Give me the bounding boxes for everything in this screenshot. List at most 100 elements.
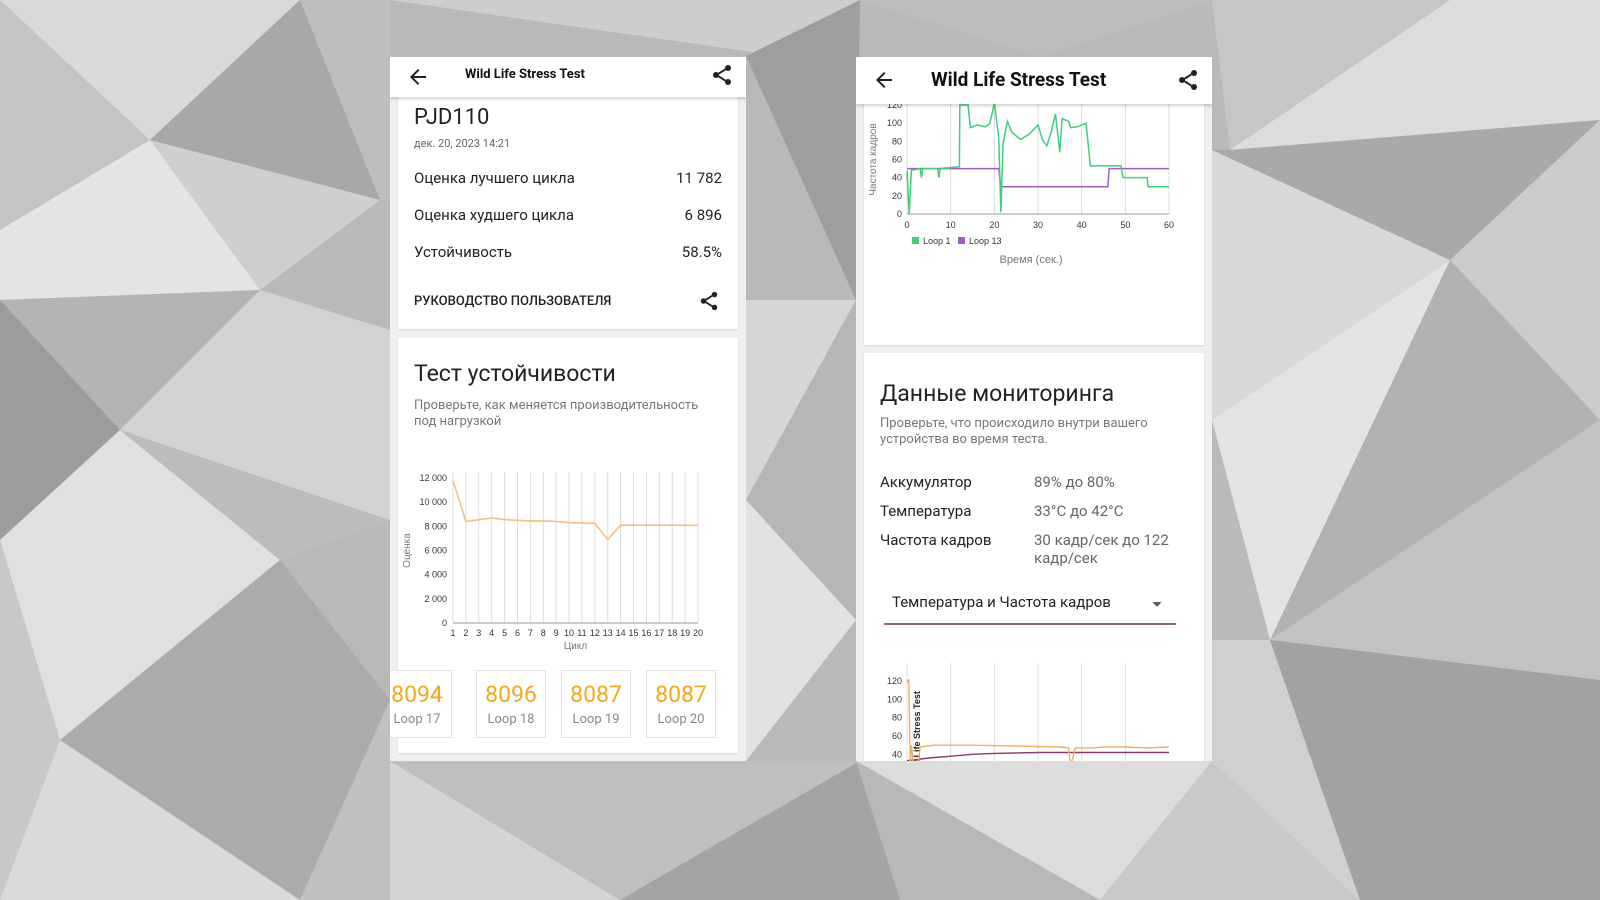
monitoring-title: Данные мониторинга: [880, 380, 1115, 407]
y-tick-label: 40: [892, 173, 902, 183]
battery-label: Аккумулятор: [880, 473, 972, 491]
x-tick-label: 12: [590, 628, 600, 638]
temperature-label: Температура: [880, 502, 972, 520]
score-series-line: [452, 480, 698, 541]
x-tick-label: 18: [667, 628, 677, 638]
share-icon[interactable]: [698, 290, 720, 312]
loop-score: 8094: [391, 681, 443, 708]
worst-loop-label: Оценка худшего цикла: [414, 206, 574, 224]
loop-score: 8087: [570, 681, 622, 708]
y-axis-label: Частота кадров: [868, 123, 879, 195]
x-tick-label: 20: [693, 628, 703, 638]
share-icon[interactable]: [710, 63, 734, 87]
x-tick-label: 30: [1033, 220, 1043, 230]
x-tick-label: 17: [654, 628, 664, 638]
loop-tile: 8087 Loop 20: [646, 670, 716, 738]
y-tick-label: 100: [887, 118, 902, 128]
y-tick-label: 2 000: [424, 594, 447, 604]
y-tick-label: 60: [892, 155, 902, 165]
loop-tile: 8094 Loop 17: [390, 670, 452, 738]
device-name: PJD110: [414, 105, 490, 130]
share-icon[interactable]: [1176, 68, 1200, 92]
stability-subtitle-line2: под нагрузкой: [414, 414, 502, 429]
x-tick-label: 3: [476, 628, 481, 638]
worst-loop-value: 6 896: [684, 206, 722, 224]
y-tick-label: 20: [892, 191, 902, 201]
x-tick-label: 10: [564, 628, 574, 638]
right-phone-screen: Wild Life Stress Test 0 10 20 30 40 50 60 0 20 40…: [856, 57, 1212, 761]
stability-value: 58.5%: [681, 243, 722, 261]
y-tick-label: 12 000: [419, 473, 447, 483]
x-axis-label: Цикл: [564, 641, 587, 652]
stability-test-card: Тест устойчивости Проверьте, как меняетс…: [390, 338, 738, 753]
x-tick-label: 16: [641, 628, 651, 638]
loop-name: Loop 18: [487, 712, 535, 727]
monitoring-chart: 02004006008001 000020406080100120Wild Li…: [887, 663, 1170, 761]
y-tick-label: 80: [892, 136, 902, 146]
monitoring-card: Данные мониторинга Проверьте, что происх…: [864, 353, 1204, 761]
best-loop-label: Оценка лучшего цикла: [414, 169, 575, 187]
x-tick-label: 11: [577, 628, 586, 638]
y-tick-label: 4 000: [424, 570, 447, 580]
y-tick-label: 60: [892, 731, 902, 741]
x-tick-label: 4: [489, 628, 494, 638]
dropdown-value: Температура и Частота кадров: [892, 593, 1111, 611]
back-arrow-icon[interactable]: [872, 68, 896, 92]
chart-type-dropdown[interactable]: Температура и Частота кадров: [884, 585, 1176, 625]
x-axis-label: Время (сек.): [1000, 254, 1063, 266]
legend-swatch: [958, 237, 965, 244]
loop-name: Loop 20: [657, 712, 705, 727]
app-title: Wild Life Stress Test: [931, 68, 1107, 91]
x-tick-label: 15: [629, 628, 639, 638]
app-bar: Wild Life Stress Test: [856, 57, 1212, 104]
y-tick-label: 120: [887, 676, 902, 686]
loop-tile: 8096 Loop 18: [476, 670, 546, 738]
framerate-chart: 0 10 20 30 40 50 60020406080100120Частота кадр…: [868, 97, 1174, 266]
framerate-label: Частота кадров: [880, 531, 992, 549]
temperature-value: 33°C до 42°C: [1034, 502, 1124, 520]
result-summary-card: PJD110 дек. 20, 2023 14:21 Оценка лучшег…: [398, 97, 738, 329]
best-loop-value: 11 782: [676, 169, 722, 187]
y-tick-label: 10 000: [419, 497, 447, 507]
framerate-value: 30 кадр/сек до 122 кадр/сек: [1034, 531, 1169, 567]
stability-score-chart: 1 2 3 4 5 6 7 8 9 10 11 12 13 14 15 16 17 18 19 2002 0004 0…: [402, 472, 703, 652]
user-guide-link[interactable]: РУКОВОДСТВО ПОЛЬЗОВАТЕЛЯ: [414, 294, 611, 309]
chevron-down-icon: [1152, 602, 1162, 607]
legend-swatch: [912, 237, 919, 244]
loop-tile: 8087 Loop 19: [561, 670, 631, 738]
background-pattern: [0, 0, 1600, 900]
x-tick-label: 19: [680, 628, 690, 638]
battery-value: 89% до 80%: [1034, 473, 1115, 491]
y-tick-label: 40: [892, 749, 902, 759]
legend-label: Loop 13: [969, 236, 1002, 246]
stability-title: Тест устойчивости: [414, 360, 616, 387]
y-tick-label: 0: [442, 618, 447, 628]
y-axis-label: Оценка: [402, 533, 413, 568]
x-tick-label: 9: [554, 628, 559, 638]
y-tick-label: 100: [887, 694, 902, 704]
x-tick-label: 14: [616, 628, 626, 638]
x-tick-label: 5: [502, 628, 507, 638]
x-tick-label: 20: [989, 220, 999, 230]
y-tick-label: 8 000: [424, 521, 447, 531]
x-tick-label: 8: [541, 628, 546, 638]
y-tick-label: 0: [897, 209, 902, 219]
back-arrow-icon[interactable]: [406, 65, 430, 89]
loop-name: Loop 17: [393, 712, 441, 727]
app-bar: Wild Life Stress Test: [390, 57, 746, 97]
x-tick-label: 60: [1164, 220, 1174, 230]
loop-score: 8087: [655, 681, 707, 708]
x-tick-label: 13: [603, 628, 613, 638]
x-tick-label: 1: [450, 628, 455, 638]
loop-score: 8096: [485, 681, 537, 708]
left-phone-screen: Wild Life Stress Test PJD110 дек. 20, 20…: [390, 57, 746, 761]
x-tick-label: 2: [463, 628, 468, 638]
x-tick-label: 6: [515, 628, 520, 638]
x-tick-label: 50: [1120, 220, 1130, 230]
stability-subtitle-line1: Проверьте, как меняется производительнос…: [414, 398, 699, 413]
x-tick-label: 40: [1077, 220, 1087, 230]
loop-name: Loop 19: [572, 712, 620, 727]
x-tick-label: 0: [904, 220, 909, 230]
y-tick-label: 80: [892, 713, 902, 723]
y-tick-label: 6 000: [424, 546, 447, 556]
